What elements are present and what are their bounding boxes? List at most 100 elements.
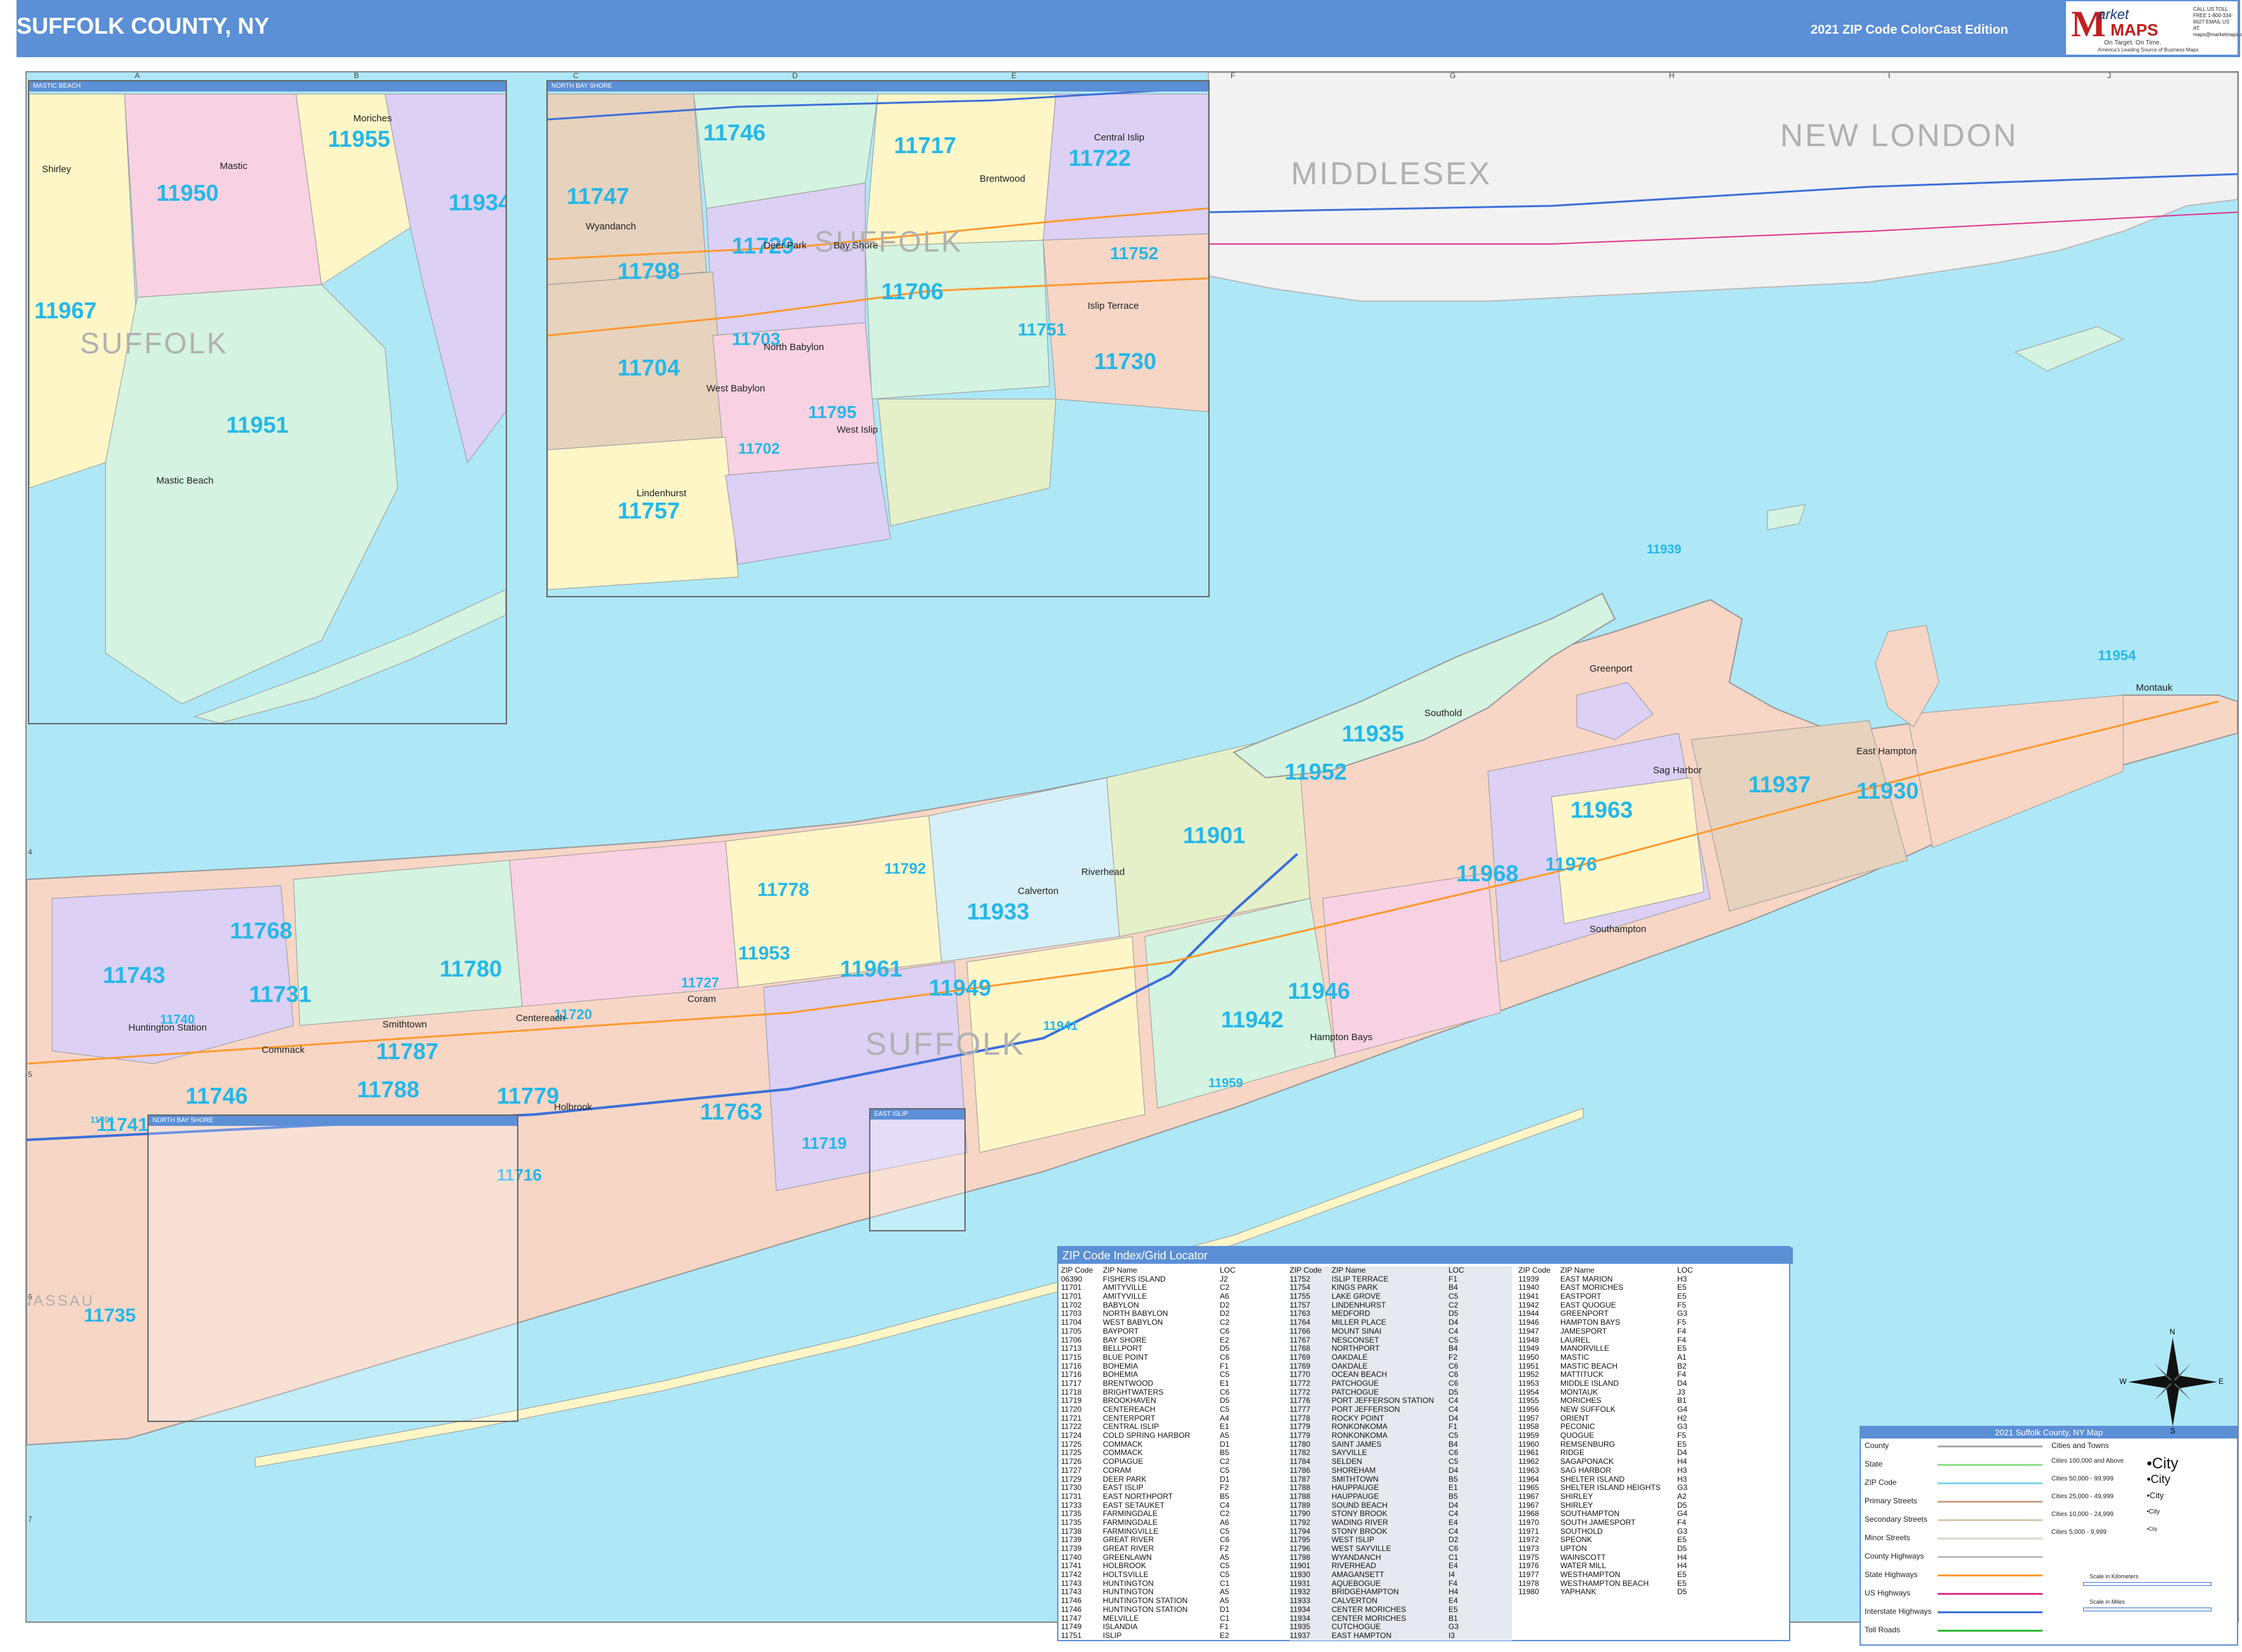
legend-city-range: Cities 50,000 - 99,999 bbox=[2051, 1475, 2114, 1482]
zip-patch bbox=[706, 182, 866, 336]
index-row: 11715 BLUE POINT C6 bbox=[1061, 1353, 1283, 1362]
index-cell: FARMINGDALE bbox=[1103, 1509, 1158, 1519]
index-cell: NORTHPORT bbox=[1332, 1344, 1380, 1353]
index-cell: 11764 bbox=[1290, 1318, 1311, 1327]
index-cell: F4 bbox=[1677, 1326, 1687, 1336]
index-cell: B4 bbox=[1449, 1344, 1458, 1353]
index-cell: C6 bbox=[1449, 1361, 1459, 1371]
zip-label: 11961 bbox=[840, 956, 903, 982]
index-row: 11965 SHELTER ISLAND HEIGHTS G3 bbox=[1518, 1483, 1741, 1493]
index-cell: QUOGUE bbox=[1560, 1431, 1595, 1440]
index-cell: E2 bbox=[1220, 1335, 1229, 1344]
index-cell: C1 bbox=[1220, 1578, 1230, 1588]
index-cell: LINDENHURST bbox=[1332, 1300, 1386, 1310]
index-cell: 11701 bbox=[1061, 1283, 1082, 1292]
index-cell: SAINT JAMES bbox=[1332, 1439, 1382, 1449]
index-cell: HAUPPAUGE bbox=[1332, 1491, 1379, 1501]
index-header-cell: LOC bbox=[1449, 1266, 1464, 1275]
index-cell: C4 bbox=[1449, 1396, 1459, 1405]
index-cell: E5 bbox=[1449, 1604, 1458, 1614]
index-row: 11973 UPTON D5 bbox=[1518, 1544, 1741, 1554]
index-cell: 11901 bbox=[1290, 1561, 1311, 1571]
index-cell: C6 bbox=[1220, 1535, 1230, 1545]
index-header-cell: LOC bbox=[1220, 1266, 1236, 1275]
index-cell: CENTEREACH bbox=[1103, 1405, 1156, 1414]
index-cell: 11977 bbox=[1518, 1570, 1539, 1580]
index-cell: AMITYVILLE bbox=[1103, 1283, 1147, 1292]
index-cell: D5 bbox=[1449, 1387, 1459, 1397]
zip-label: 11704 bbox=[618, 355, 680, 381]
index-cell: ROCKY POINT bbox=[1332, 1413, 1384, 1423]
index-cell: 11962 bbox=[1518, 1457, 1539, 1466]
index-cell: F2 bbox=[1220, 1544, 1229, 1553]
index-cell: 11729 bbox=[1061, 1474, 1082, 1484]
index-cell: F1 bbox=[1220, 1361, 1229, 1371]
legend-item-line bbox=[1938, 1611, 2043, 1613]
index-cell: C2 bbox=[1220, 1457, 1230, 1466]
index-row: 11957 ORIENT H2 bbox=[1518, 1414, 1741, 1423]
index-column: ZIP Code ZIP Name LOC 11752 ISLIP TERRACE F1 1… bbox=[1290, 1266, 1512, 1641]
legend-item-label: US Highways bbox=[1865, 1588, 1911, 1597]
zip-label: 11953 bbox=[738, 943, 790, 964]
index-row: 11940 EAST MORICHES E5 bbox=[1518, 1283, 1741, 1292]
market-maps-logo: M arket MAPS On Target. On Time. America… bbox=[2066, 1, 2242, 55]
index-cell: 11735 bbox=[1061, 1517, 1082, 1527]
region-suffolk: SUFFOLK bbox=[865, 1026, 1025, 1062]
legend-city-sample: •City bbox=[2147, 1455, 2178, 1472]
index-row: 11901 RIVERHEAD E4 bbox=[1290, 1562, 1512, 1571]
index-cell: 11973 bbox=[1518, 1544, 1539, 1553]
index-cell: 11940 bbox=[1518, 1283, 1539, 1292]
index-row: 11963 SAG HARBOR H3 bbox=[1518, 1466, 1741, 1475]
zip-label: 11757 bbox=[618, 498, 680, 524]
index-cell: FISHERS ISLAND bbox=[1103, 1274, 1166, 1283]
index-row: 11795 WEST ISLIP D2 bbox=[1290, 1536, 1512, 1545]
place-label: Mastic bbox=[220, 161, 248, 172]
place-label: Bay Shore bbox=[834, 240, 879, 251]
index-cell: OCEAN BEACH bbox=[1332, 1370, 1388, 1379]
legend-item-label: County Highways bbox=[1865, 1552, 1924, 1561]
index-cell: 11726 bbox=[1061, 1457, 1082, 1466]
index-cell: F5 bbox=[1677, 1318, 1687, 1327]
index-cell: SAGAPONACK bbox=[1560, 1457, 1614, 1466]
place-label: Wyandanch bbox=[586, 221, 637, 232]
index-cell: D1 bbox=[1220, 1604, 1230, 1614]
index-cell: G3 bbox=[1677, 1526, 1688, 1536]
index-cell: 11742 bbox=[1061, 1570, 1082, 1580]
index-cell: 11702 bbox=[1061, 1300, 1082, 1310]
index-cell: 11959 bbox=[1518, 1431, 1539, 1440]
place-label: Huntington Station bbox=[128, 1022, 207, 1033]
index-cell: E5 bbox=[1677, 1535, 1687, 1545]
zip-label: 11937 bbox=[1748, 771, 1811, 797]
index-cell: 11701 bbox=[1061, 1292, 1082, 1301]
index-cell: 11961 bbox=[1518, 1448, 1539, 1458]
index-cell: 11795 bbox=[1290, 1535, 1311, 1545]
index-cell: H4 bbox=[1677, 1552, 1687, 1562]
index-cell: SOUTHOLD bbox=[1560, 1526, 1603, 1536]
index-cell: CALVERTON bbox=[1332, 1596, 1378, 1606]
index-row: 11964 SHELTER ISLAND H3 bbox=[1518, 1475, 1741, 1484]
place-label: Deer Park bbox=[764, 240, 807, 251]
index-cell: 11931 bbox=[1290, 1578, 1311, 1588]
index-row: 11767 NESCONSET C5 bbox=[1290, 1336, 1512, 1345]
zip-label: 11788 bbox=[357, 1076, 420, 1102]
index-cell: 11716 bbox=[1061, 1361, 1082, 1371]
index-cell: C5 bbox=[1220, 1561, 1230, 1571]
place-label: Greenport bbox=[1590, 663, 1633, 674]
index-cell: CENTER MORICHES bbox=[1332, 1604, 1407, 1614]
zip-label: 11950 bbox=[156, 180, 219, 206]
index-cell: STONY BROOK bbox=[1332, 1509, 1388, 1519]
legend-city-sample: •City bbox=[2147, 1526, 2158, 1532]
index-cell: PATCHOGUE bbox=[1332, 1378, 1379, 1388]
index-cell: RIDGE bbox=[1560, 1448, 1585, 1458]
zip-label: 11963 bbox=[1570, 797, 1633, 823]
index-row: 11967 SHIRLEY A2 bbox=[1518, 1492, 1741, 1501]
index-cell: 11725 bbox=[1061, 1439, 1082, 1449]
index-cell: MONTAUK bbox=[1560, 1387, 1598, 1397]
index-cell: C6 bbox=[1449, 1448, 1459, 1458]
zip-patch bbox=[293, 860, 523, 1026]
index-cell: C2 bbox=[1220, 1318, 1230, 1327]
index-cell: 11941 bbox=[1518, 1292, 1539, 1301]
index-cell: 11971 bbox=[1518, 1526, 1539, 1536]
index-cell: 11968 bbox=[1518, 1509, 1539, 1519]
index-row: 11742 HOLTSVILLE C5 bbox=[1061, 1570, 1283, 1580]
